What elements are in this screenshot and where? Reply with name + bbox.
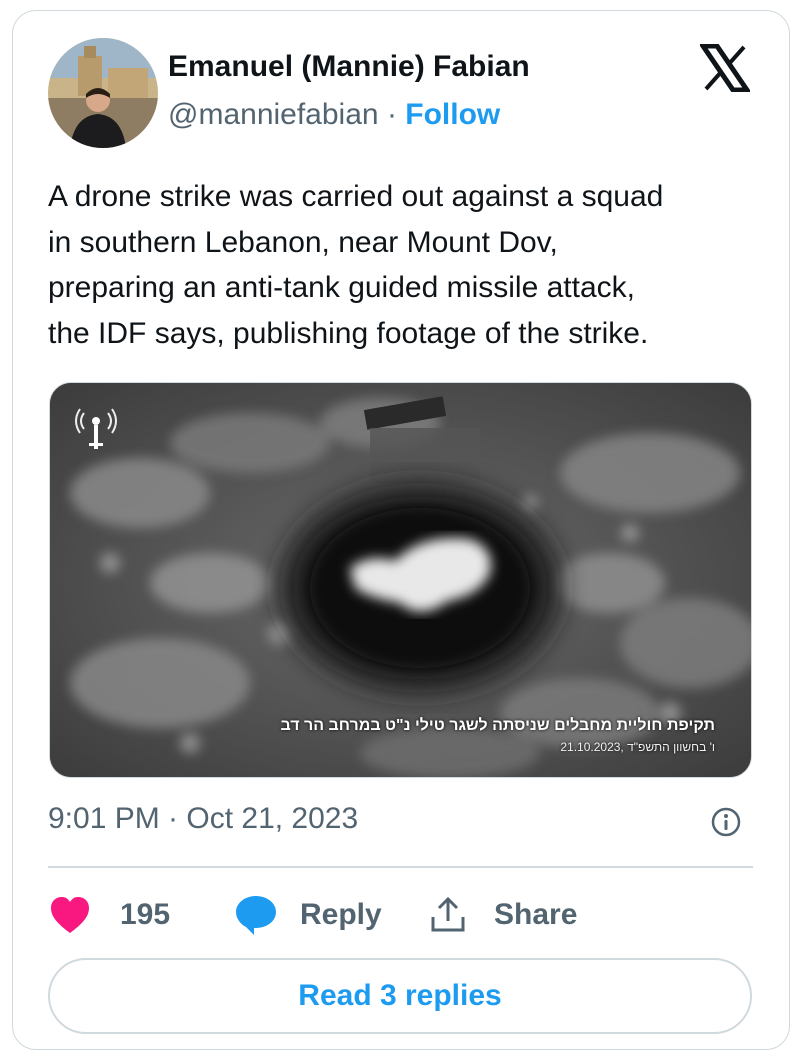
tweet-text-line: preparing an anti-tank guided missile at… — [48, 271, 635, 304]
tweet-text-line: A drone strike was carried out against a… — [48, 180, 664, 213]
author-name[interactable]: Emanuel (Mannie) Fabian — [168, 50, 530, 84]
reply-label: Reply — [300, 898, 382, 931]
tweet-text-line: the IDF says, publishing footage of the … — [48, 316, 649, 350]
author-handle[interactable]: @manniefabian — [168, 98, 379, 131]
handle-row: @manniefabian · Follow — [168, 98, 500, 132]
video-caption: תקיפת חוליית מחבלים שניסתה לשגר טילי נ"ט… — [280, 717, 715, 734]
follow-button[interactable]: Follow — [405, 98, 500, 131]
divider — [48, 866, 753, 868]
tweet-text-line: in southern Lebanon, near Mount Dov, — [48, 225, 558, 259]
idf-logo-icon — [75, 408, 117, 449]
share-label: Share — [494, 898, 578, 931]
like-count: 195 — [120, 898, 171, 931]
speech-bubble-icon — [236, 896, 276, 935]
video-caption-date: ו' בחשוון התשפ"ד ,21.10.2023 — [560, 740, 715, 754]
read-replies-button[interactable]: Read 3 replies — [48, 958, 752, 1034]
share-button[interactable]: Share — [428, 890, 577, 940]
avatar[interactable] — [48, 38, 158, 148]
reply-button[interactable]: Reply — [234, 890, 382, 940]
tweet-text: A drone strike was carried out against a… — [48, 174, 768, 356]
x-logo-icon[interactable] — [700, 44, 750, 92]
heart-icon — [51, 897, 89, 933]
media-video[interactable]: תקיפת חוליית מחבלים שניסתה לשגר טילי נ"ט… — [49, 382, 752, 778]
read-replies-label: Read 3 replies — [298, 979, 502, 1012]
like-button[interactable]: 195 — [48, 890, 170, 940]
separator-dot: · — [386, 98, 397, 131]
tweet-timestamp[interactable]: 9:01 PM · Oct 21, 2023 — [48, 802, 358, 836]
share-upload-icon — [431, 896, 465, 932]
info-icon[interactable] — [710, 806, 742, 838]
